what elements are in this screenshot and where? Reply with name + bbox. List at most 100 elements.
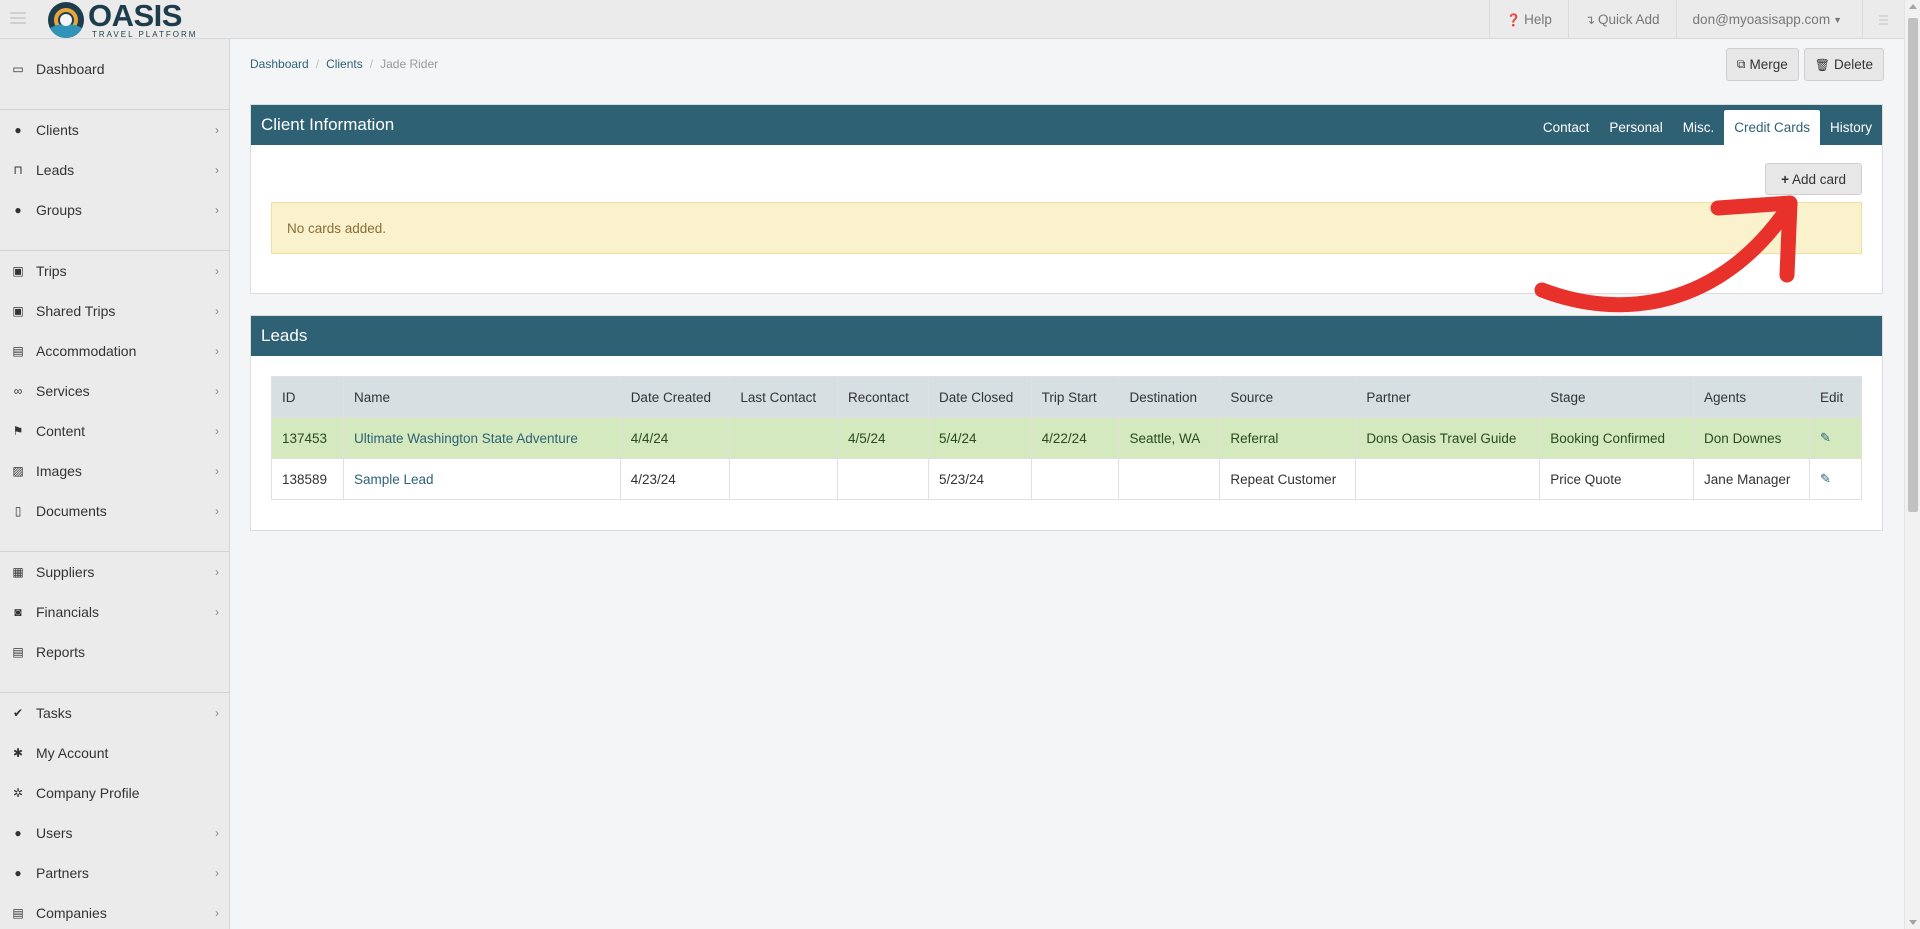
leads-header: Leads <box>251 316 1882 356</box>
users-icon: ● <box>14 866 22 880</box>
check-icon: ✔ <box>12 706 24 720</box>
sidebar-item-tasks[interactable]: ✔ Tasks › <box>0 693 229 733</box>
sidebar-item-companies[interactable]: ▤ Companies › <box>0 893 229 929</box>
cell-destination <box>1118 458 1221 500</box>
scrollbar-thumb[interactable] <box>1908 18 1918 512</box>
tab-personal[interactable]: Personal <box>1599 109 1672 145</box>
sidebar-item-label: Trips <box>36 263 67 279</box>
sidebar-item-partners[interactable]: ● Partners › <box>0 853 229 893</box>
sidebar-item-clients[interactable]: ● Clients › <box>0 110 229 150</box>
cell-trip-start <box>1030 458 1120 500</box>
pdf-file-icon: ▯ <box>14 504 22 518</box>
column-header-edit[interactable]: Edit <box>1808 376 1863 418</box>
inbox-icon: ⊓ <box>13 163 23 177</box>
sidebar-item-financials[interactable]: ◙ Financials › <box>0 592 229 632</box>
column-header-last-contact[interactable]: Last Contact <box>729 376 839 418</box>
logo-name: OASIS <box>88 0 182 33</box>
column-header-partner[interactable]: Partner <box>1355 376 1541 418</box>
sidebar-item-trips[interactable]: ▣ Trips › <box>0 251 229 291</box>
monitor-icon: ▭ <box>12 62 24 76</box>
sidebar-item-label: Partners <box>36 865 89 881</box>
cell-source: Repeat Customer <box>1219 458 1357 500</box>
merge-label: Merge <box>1749 57 1788 72</box>
sidebar-item-shared-trips[interactable]: ▣ Shared Trips › <box>0 291 229 331</box>
tab-misc[interactable]: Misc. <box>1673 109 1725 145</box>
user-menu-dropdown[interactable]: don@myoasisapp.com ▼ <box>1675 0 1862 39</box>
help-link[interactable]: ❓ Help <box>1489 0 1568 39</box>
sidebar-item-label: My Account <box>36 745 109 761</box>
cell-last-contact <box>729 458 839 500</box>
main-content: Dashboard / Clients / Jade Rider ⧉ Merge 🗑 D… <box>230 39 1904 929</box>
column-header-source[interactable]: Source <box>1219 376 1357 418</box>
sidebar-item-content[interactable]: ⚑ Content › <box>0 411 229 451</box>
sidebar-item-services[interactable]: ∞ Services › <box>0 371 229 411</box>
sidebar-item-suppliers[interactable]: ▦ Suppliers › <box>0 552 229 592</box>
sidebar-item-label: Shared Trips <box>36 303 116 319</box>
sidebar-item-label: Accommodation <box>36 343 137 359</box>
hamburger-menu-icon[interactable] <box>10 12 26 26</box>
table-row[interactable]: 137453 Ultimate Washington State Adventur… <box>271 417 1863 459</box>
sidebar-item-groups[interactable]: ● Groups › <box>0 190 229 230</box>
sidebar-item-my-account[interactable]: ✱ My Account <box>0 733 229 773</box>
sidebar-item-label: Reports <box>36 644 86 660</box>
pencil-icon[interactable]: ✎ <box>1820 471 1831 486</box>
sidebar-item-company-profile[interactable]: ✲ Company Profile <box>0 773 229 813</box>
scroll-up-arrow-icon[interactable] <box>1909 4 1917 9</box>
tab-history[interactable]: History <box>1820 109 1882 145</box>
leads-table: ID Name Date Created Last Contact Recontact D… <box>271 376 1863 500</box>
sidebar-item-accommodation[interactable]: ▤ Accommodation › <box>0 331 229 371</box>
panel-title: Client Information <box>261 115 395 134</box>
sidebar-item-label: Company Profile <box>36 785 140 801</box>
merge-button[interactable]: ⧉ Merge <box>1725 48 1799 81</box>
cell-id: 137453 <box>271 417 344 459</box>
tab-credit-cards[interactable]: Credit Cards <box>1724 110 1820 145</box>
sidebar-divider <box>0 692 229 693</box>
pencil-icon[interactable]: ✎ <box>1820 430 1831 445</box>
cell-edit: ✎ <box>1808 458 1863 500</box>
add-card-button[interactable]: + Add card <box>1765 163 1862 195</box>
sidebar-item-users[interactable]: ● Users › <box>0 813 229 853</box>
column-header-destination[interactable]: Destination <box>1118 376 1221 418</box>
binoculars-icon: ∞ <box>13 384 23 398</box>
tab-contact[interactable]: Contact <box>1533 109 1600 145</box>
table-row[interactable]: 138589 Sample Lead 4/23/24 5/23/24 Repeat Cu… <box>271 458 1863 500</box>
sidebar-item-reports[interactable]: ▤ Reports <box>0 632 229 672</box>
column-header-date-closed[interactable]: Date Closed <box>927 376 1032 418</box>
lead-name-link[interactable]: Ultimate Washington State Adventure <box>354 431 578 446</box>
column-header-name[interactable]: Name <box>342 376 621 418</box>
vertical-scrollbar[interactable] <box>1904 0 1920 929</box>
column-header-agents[interactable]: Agents <box>1693 376 1810 418</box>
column-header-trip-start[interactable]: Trip Start <box>1030 376 1120 418</box>
chevron-right-icon: › <box>215 504 219 518</box>
scroll-down-arrow-icon[interactable] <box>1909 920 1917 925</box>
sidebar-item-documents[interactable]: ▯ Documents › <box>0 491 229 531</box>
quick-add-link[interactable]: ↴ Quick Add <box>1567 0 1676 39</box>
sidebar-item-leads[interactable]: ⊓ Leads › <box>0 150 229 190</box>
column-header-stage[interactable]: Stage <box>1539 376 1695 418</box>
oasis-logo[interactable]: OASIS TRAVEL PLATFORM <box>48 0 197 39</box>
lead-name-link[interactable]: Sample Lead <box>354 472 434 487</box>
sidebar-item-dashboard[interactable]: ▭ Dashboard <box>0 49 229 89</box>
column-header-id[interactable]: ID <box>271 376 344 418</box>
cell-stage: Booking Confirmed <box>1539 417 1695 459</box>
sidebar-item-images[interactable]: ▨ Images › <box>0 451 229 491</box>
column-header-date-created[interactable]: Date Created <box>619 376 731 418</box>
cell-agents: Don Downes <box>1693 417 1810 459</box>
cell-date-created: 4/23/24 <box>619 458 731 500</box>
table-icon: ▤ <box>12 645 24 659</box>
delete-button[interactable]: 🗑 Delete <box>1803 48 1884 81</box>
copy-icon: ⧉ <box>1736 57 1746 71</box>
right-panel-toggle-icon[interactable] <box>1862 0 1904 39</box>
column-header-recontact[interactable]: Recontact <box>837 376 929 418</box>
users-icon: ● <box>14 203 22 217</box>
sidebar-item-label: Content <box>36 423 86 439</box>
chevron-right-icon: › <box>215 866 219 880</box>
cell-partner: Dons Oasis Travel Guide <box>1355 417 1541 459</box>
breadcrumb-dashboard[interactable]: Dashboard <box>250 57 309 71</box>
breadcrumb-clients[interactable]: Clients <box>326 57 363 71</box>
chevron-right-icon: › <box>215 605 219 619</box>
client-tabs: Contact Personal Misc. Credit Cards Hist… <box>1533 105 1882 145</box>
sidebar: ▭ Dashboard ● Clients › ⊓ Leads › ● Groups › ▣ Trips… <box>0 39 230 929</box>
quick-add-label: Quick Add <box>1598 12 1660 27</box>
chevron-right-icon: › <box>215 464 219 478</box>
